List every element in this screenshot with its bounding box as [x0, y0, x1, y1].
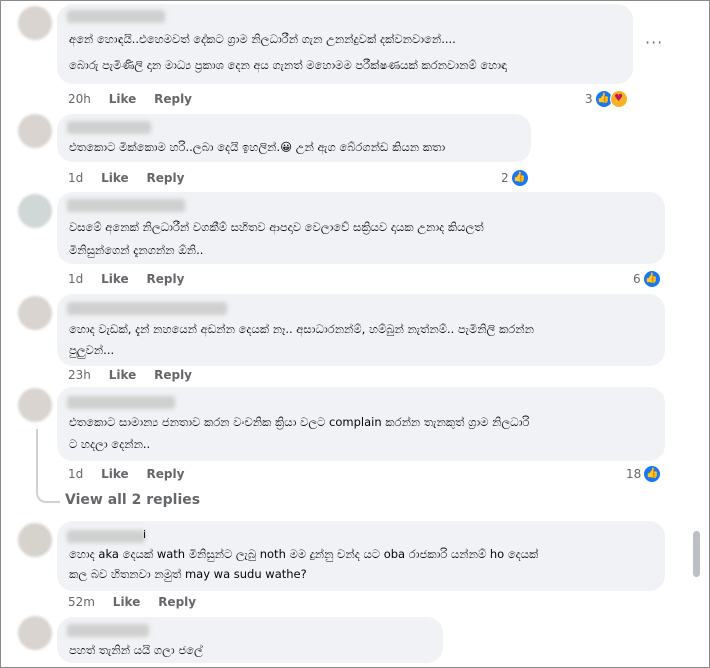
reaction-number: 2: [501, 171, 509, 185]
reaction-count[interactable]: 18 👍: [626, 465, 662, 483]
author-name[interactable]: [67, 624, 149, 637]
reply-button[interactable]: Reply: [154, 92, 192, 106]
comment-actions: 20h Like Reply: [68, 92, 206, 106]
like-button[interactable]: Like: [109, 368, 137, 382]
comment-text: බොරු පැමිණිලි දාන මාධ්‍ය ප්‍රකාශ දෙන අය …: [69, 58, 507, 72]
avatar[interactable]: [18, 6, 52, 40]
timestamp[interactable]: 23h: [68, 368, 91, 382]
reaction-count[interactable]: 2 👍: [501, 169, 529, 187]
reaction-count[interactable]: 6 👍: [633, 270, 661, 288]
avatar[interactable]: [18, 388, 52, 422]
more-options-icon[interactable]: ···: [645, 33, 663, 52]
timestamp[interactable]: 52m: [68, 595, 95, 609]
comment-bubble: වසමේ අනෙක් නිලධාරීන් වගකීම් සහිතව ආපදාව …: [57, 192, 665, 264]
author-name[interactable]: [67, 199, 185, 212]
timestamp[interactable]: 1d: [68, 272, 83, 286]
comment-text: පුලුවන්...: [69, 343, 115, 357]
like-reaction-icon: 👍: [643, 465, 662, 483]
timestamp[interactable]: 1d: [68, 467, 83, 481]
reply-button[interactable]: Reply: [146, 272, 184, 286]
like-button[interactable]: Like: [101, 272, 129, 286]
comments-panel: අනේ හොඳයි..එහෙමවත් දේකට ග්‍රාම නිලධාරීන්…: [0, 0, 710, 668]
comment-actions: 1d Like Reply: [68, 171, 198, 185]
comment-text: පහත් තැනින් යයි ගලා ජලේ: [69, 643, 203, 657]
comment-actions: 52m Like Reply: [68, 595, 210, 609]
comment-bubble: අනේ හොඳයි..එහෙමවත් දේකට ග්‍රාම නිලධාරීන්…: [57, 4, 633, 84]
comment-text: වසමේ අනෙක් නිලධාරීන් වගකීම් සහිතව ආපදාව …: [69, 220, 484, 234]
author-name[interactable]: [67, 396, 175, 409]
comment-text: හොද aka දෙයක් wath මිනිසුන්ට ලැබු noth ම…: [69, 547, 539, 561]
reaction-number: 18: [626, 467, 642, 481]
author-name[interactable]: [67, 10, 165, 23]
comment-bubble: හොද වැඩක්, දැන් නහයෙන් අඩන්න දෙයක් නෑ.. …: [57, 294, 665, 366]
view-replies-link[interactable]: View all 2 replies: [65, 492, 200, 508]
timestamp[interactable]: 20h: [68, 92, 91, 106]
reaction-count[interactable]: 3 👍 ♥: [585, 90, 628, 108]
like-reaction-icon: 👍: [510, 169, 529, 187]
author-name[interactable]: [67, 302, 227, 315]
comment-bubble: i හොද aka දෙයක් wath මිනිසුන්ට ලැබු noth…: [57, 521, 665, 591]
comment-bubble: එතකොට මික්කොම හරි..ලබා දෙයි ඉහලින්.😀 උන්…: [57, 114, 531, 162]
comment-text: අනේ හොඳයි..එහෙමවත් දේකට ග්‍රාම නිලධාරීන්…: [69, 32, 456, 46]
reply-button[interactable]: Reply: [154, 368, 192, 382]
timestamp[interactable]: 1d: [68, 171, 83, 185]
like-button[interactable]: Like: [101, 171, 129, 185]
comment-text: ට හදලා දෙන්න..: [69, 437, 151, 451]
comment-text: එතකොට සාමාන්‍ය ජනතාව කරන වංචනික ක්‍රියා …: [69, 415, 530, 429]
avatar[interactable]: [18, 523, 52, 557]
comment-text: හොද වැඩක්, දැන් නහයෙන් අඩන්න දෙයක් නෑ.. …: [69, 322, 534, 336]
comment-text: කල බව හිතනවා නමුත් may wa sudu wathe?: [69, 567, 307, 581]
avatar[interactable]: [18, 296, 52, 330]
like-button[interactable]: Like: [113, 595, 141, 609]
like-button[interactable]: Like: [101, 467, 129, 481]
reply-button[interactable]: Reply: [146, 171, 184, 185]
thread-connector: [36, 487, 60, 503]
comment-actions: 1d Like Reply: [68, 467, 198, 481]
comment-text: එතකොට මික්කොම හරි..ලබා දෙයි ඉහලින්.😀 උන්…: [69, 140, 446, 154]
comment-bubble: පහත් තැනින් යයි ගලා ජලේ: [57, 617, 443, 663]
care-reaction-icon: ♥: [609, 90, 628, 108]
author-name[interactable]: [67, 530, 145, 543]
comment-actions: 23h Like Reply: [68, 368, 206, 382]
thread-line: [36, 429, 38, 487]
avatar[interactable]: [18, 194, 52, 228]
reply-button[interactable]: Reply: [146, 467, 184, 481]
like-reaction-icon: 👍: [642, 270, 661, 288]
avatar[interactable]: [18, 616, 52, 650]
comment-bubble: එතකොට සාමාන්‍ය ජනතාව කරන වංචනික ක්‍රියා …: [57, 387, 665, 461]
author-name-fragment: i: [143, 528, 147, 541]
reaction-number: 3: [585, 92, 593, 106]
avatar[interactable]: [18, 114, 52, 148]
reply-button[interactable]: Reply: [158, 595, 196, 609]
reaction-number: 6: [633, 272, 641, 286]
scrollbar-thumb[interactable]: [693, 531, 700, 577]
author-name[interactable]: [67, 121, 151, 134]
like-button[interactable]: Like: [109, 92, 137, 106]
comment-text: මිනිසුන්ගෙන් දැනගන්න ඕනි..: [69, 243, 204, 257]
comment-actions: 1d Like Reply: [68, 272, 198, 286]
